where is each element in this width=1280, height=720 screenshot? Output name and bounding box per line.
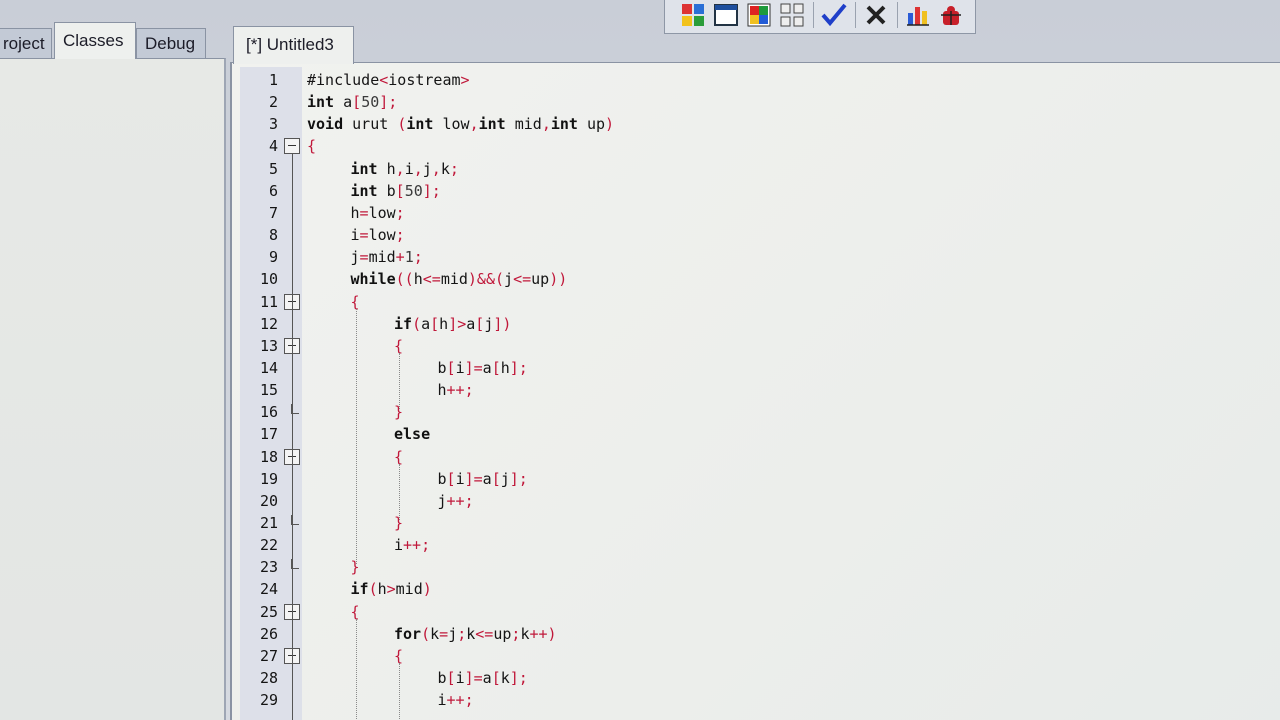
check-icon[interactable] [820, 1, 848, 29]
line-number: 2 [268, 93, 278, 112]
line-number: 11 [259, 292, 278, 311]
code-line[interactable]: if(h>mid) [351, 578, 432, 600]
code-line[interactable]: i=low; [351, 224, 405, 246]
left-panel-tabs: roject Classes Debug [0, 22, 226, 60]
code-line[interactable]: j=mid+1; [351, 246, 423, 268]
indent-guide [399, 463, 400, 520]
classes-panel [0, 58, 226, 720]
debug-icon[interactable] [937, 1, 965, 29]
indent-guide [355, 618, 357, 720]
line-number: 5 [268, 159, 278, 178]
line-number: 15 [259, 381, 278, 400]
tab-classes[interactable]: Classes [54, 22, 136, 59]
code-line[interactable]: #include<iostream> [307, 69, 470, 91]
line-number: 25 [259, 602, 278, 621]
line-number: 13 [259, 336, 278, 355]
tab-untitled3[interactable]: [*] Untitled3 [233, 26, 354, 64]
line-number: 7 [268, 203, 278, 222]
grid-icon[interactable] [778, 1, 806, 29]
code-line[interactable]: int b[50]; [351, 180, 441, 202]
line-number: 8 [268, 226, 278, 245]
line-number: 22 [259, 536, 278, 555]
chart-icon[interactable] [904, 1, 932, 29]
toolbar [664, 0, 976, 34]
line-number: 17 [259, 425, 278, 444]
line-number: 10 [259, 270, 278, 289]
line-number-gutter: 1 2 3 4 5 6 7 8 9 10 11 12 13 14 15 16 17 18 19 20 21 22 23 24 2… [240, 67, 302, 720]
code-line[interactable]: b[i]=a[j]; [438, 468, 528, 490]
color-grid-icon[interactable] [745, 1, 773, 29]
line-number: 28 [259, 669, 278, 688]
line-number: 29 [259, 691, 278, 710]
tab-project[interactable]: roject [0, 28, 52, 58]
line-number: 23 [259, 558, 278, 577]
line-number: 3 [268, 115, 278, 134]
code-line[interactable]: b[i]=a[h]; [438, 357, 528, 379]
line-number: 9 [268, 248, 278, 267]
toolbar-separator [813, 2, 814, 28]
code-line[interactable]: void urut (int low,int mid,int up) [307, 113, 614, 135]
code-line[interactable]: for(k=j;k<=up;k++) [394, 623, 557, 645]
line-number: 26 [259, 624, 278, 643]
fold-collapse-icon[interactable] [284, 138, 300, 155]
window-icon[interactable] [712, 1, 740, 29]
tab-debug[interactable]: Debug [136, 28, 206, 58]
close-icon[interactable] [862, 1, 890, 29]
line-number: 1 [268, 71, 278, 89]
line-number: 27 [259, 646, 278, 665]
code-line[interactable]: if(a[h]>a[j]) [394, 313, 511, 335]
code-editor[interactable]: 1 2 3 4 5 6 7 8 9 10 11 12 13 14 15 16 17 18 19 20 21 22 23 24 2… [230, 62, 1280, 720]
code-line[interactable]: i++; [394, 534, 430, 556]
ide-window: roject Classes Debug [*] Untitled3 1 2 3… [0, 0, 1280, 720]
line-number: 24 [259, 580, 278, 599]
indent-guide [399, 352, 400, 410]
code-line[interactable]: int a[50]; [307, 91, 397, 113]
toolbar-separator [897, 2, 898, 28]
code-line[interactable]: int h,i,j,k; [351, 158, 459, 180]
line-number: 16 [259, 403, 278, 422]
grid-color-icon[interactable] [679, 1, 707, 29]
code-line[interactable]: b[i]=a[k]; [438, 667, 528, 689]
indent-guide [399, 662, 400, 720]
code-line[interactable]: h++; [438, 379, 474, 401]
toolbar-separator [855, 2, 856, 28]
line-number: 20 [259, 491, 278, 510]
indent-guide [355, 308, 357, 565]
code-line[interactable]: j++; [438, 490, 474, 512]
fold-range-line [292, 154, 293, 720]
code-line[interactable]: { [307, 135, 316, 157]
code-line[interactable]: i++; [438, 689, 474, 711]
line-number: 6 [268, 181, 278, 200]
line-number: 19 [259, 469, 278, 488]
line-number: 12 [259, 314, 278, 333]
line-number: 14 [259, 358, 278, 377]
line-number: 18 [259, 447, 278, 466]
code-line[interactable]: while((h<=mid)&&(j<=up)) [351, 268, 568, 290]
code-line[interactable]: h=low; [351, 202, 405, 224]
line-number: 4 [268, 137, 278, 156]
line-number: 21 [259, 514, 278, 532]
code-line[interactable]: else [394, 423, 430, 445]
